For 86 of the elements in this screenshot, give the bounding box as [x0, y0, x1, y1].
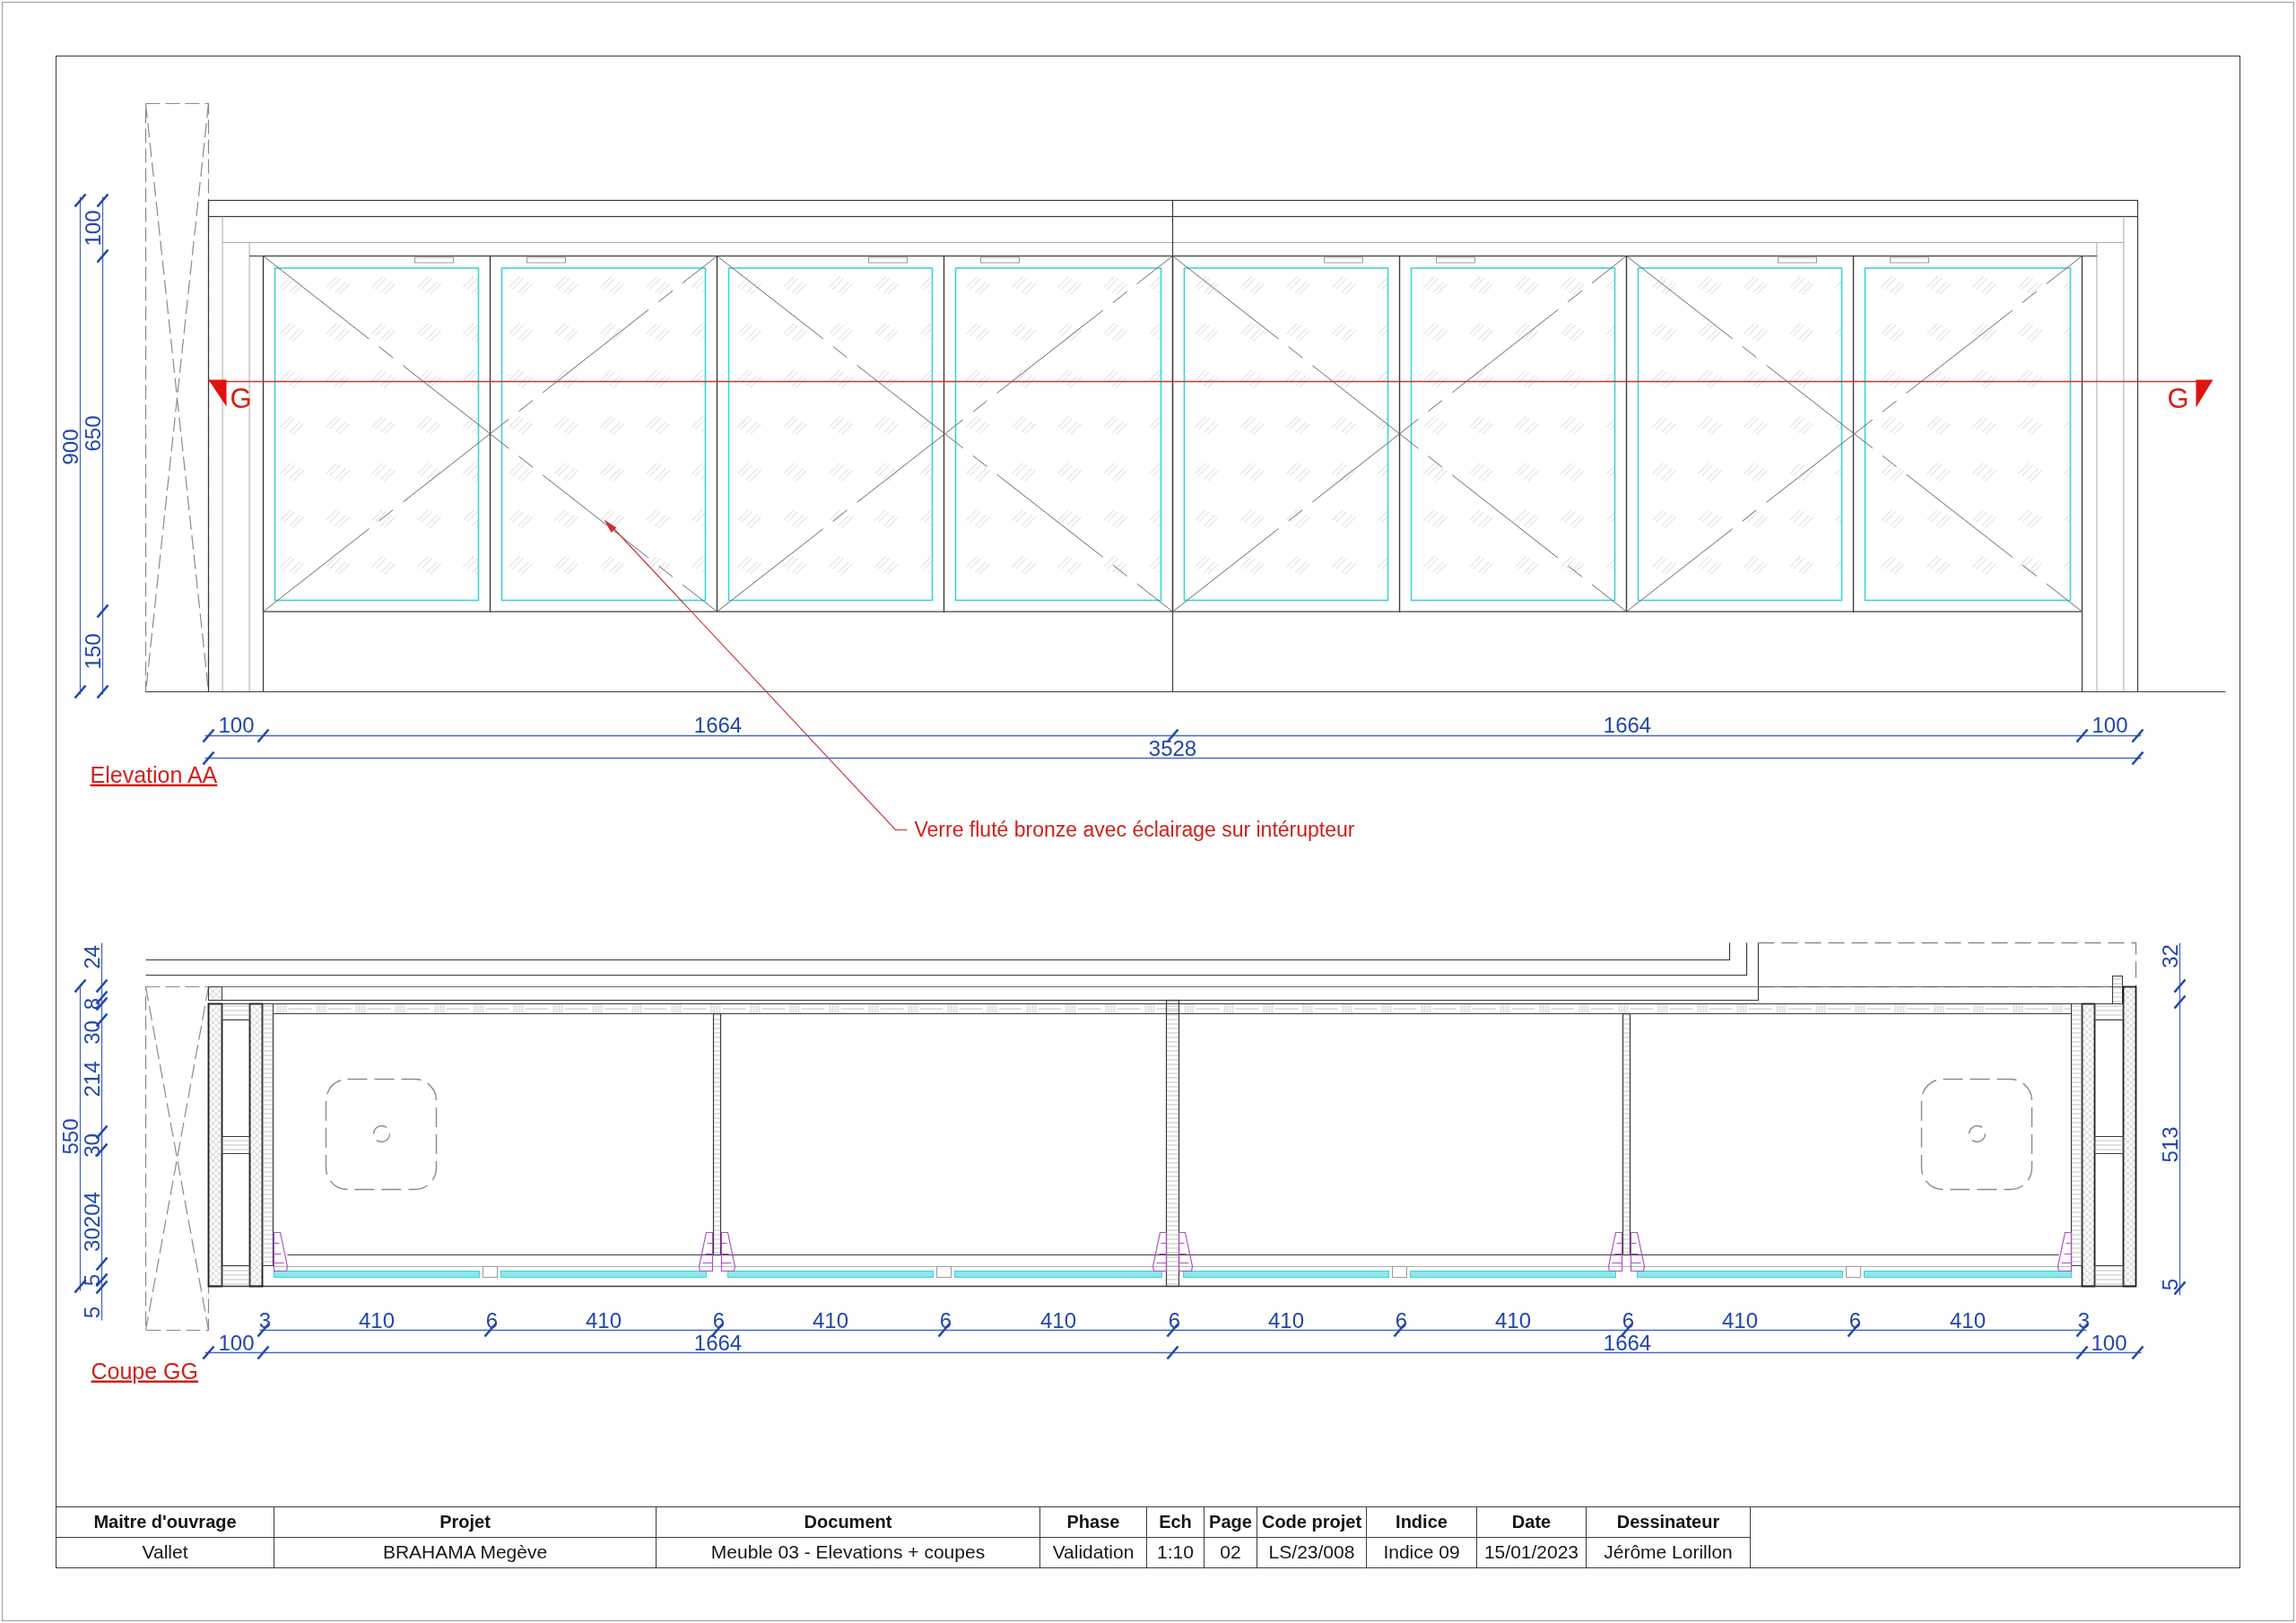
- door-handle: [526, 256, 566, 264]
- dimension-label: 8: [79, 997, 104, 1011]
- title-block-header: Indice: [1367, 1507, 1477, 1538]
- dimension-label: 3528: [1148, 735, 1197, 760]
- small-post: [2112, 976, 2123, 1004]
- dimension-label: 1664: [1603, 712, 1652, 737]
- hinge-icon: [1152, 1231, 1168, 1272]
- dimension-label: 100: [80, 210, 105, 247]
- title-block-header: Code projet: [1257, 1507, 1367, 1538]
- hinge-icon: [1178, 1231, 1194, 1272]
- dimension-label: 1664: [693, 1330, 743, 1355]
- dimension-label: 100: [218, 1330, 255, 1355]
- title-block-value: Jérôme Lorillon: [1587, 1537, 1751, 1567]
- joint-block: [483, 1266, 498, 1278]
- hinge-icon: [720, 1231, 736, 1272]
- joint-block: [936, 1266, 952, 1278]
- dimension-label: 1664: [1603, 1330, 1652, 1355]
- section-label: G: [2167, 382, 2189, 414]
- dimension-label: 410: [1040, 1307, 1076, 1332]
- dimension-label: 410: [813, 1307, 848, 1332]
- spacer-block: [2094, 1003, 2124, 1020]
- title-block-value: Validation: [1040, 1537, 1147, 1567]
- section-label: G: [230, 382, 252, 414]
- dimension-label: 214: [79, 1061, 104, 1098]
- door-handle: [1436, 256, 1475, 264]
- spacer-block: [2094, 1136, 2124, 1154]
- door-handle: [1778, 256, 1817, 264]
- section-marker-icon: [208, 379, 227, 407]
- view-title: Coupe GG: [91, 1358, 198, 1384]
- dimension-label: 1664: [693, 712, 743, 737]
- title-block-header: Ech: [1147, 1507, 1205, 1538]
- hinge-icon: [698, 1231, 714, 1272]
- title-block-header: Phase: [1040, 1507, 1147, 1538]
- joint-block: [1846, 1266, 1861, 1278]
- dimension-label: 410: [586, 1307, 622, 1332]
- title-block-header: Dessinateur: [1587, 1507, 1751, 1538]
- title-block-header: Maitre d'ouvrage: [57, 1507, 274, 1538]
- spacer-block: [222, 1003, 250, 1020]
- dimension-label: 100: [218, 712, 255, 737]
- dimension-label: 30: [79, 1020, 104, 1045]
- spacer-block: [222, 1265, 250, 1287]
- dimension-label: 410: [1950, 1307, 1986, 1332]
- title-block-value: Indice 09: [1367, 1537, 1477, 1567]
- dimension-label: 100: [2092, 712, 2128, 737]
- door-handle: [980, 256, 1020, 264]
- dimension-label: 5: [2157, 1278, 2182, 1291]
- door-handle: [1890, 256, 1929, 264]
- dimension-label: 30204: [79, 1192, 104, 1252]
- title-block-header: Date: [1477, 1507, 1587, 1538]
- title-block-value: Meuble 03 - Elevations + coupes: [657, 1537, 1040, 1567]
- title-block-value: LS/23/008: [1257, 1537, 1367, 1567]
- title-block-value: Vallet: [57, 1537, 274, 1567]
- hinge-icon: [273, 1231, 289, 1272]
- hinge-icon: [1630, 1231, 1646, 1272]
- dimension-label: 410: [1268, 1307, 1304, 1332]
- title-block-header: Projet: [274, 1507, 657, 1538]
- view-title: Elevation AA: [90, 761, 218, 787]
- spacer-block: [2094, 1265, 2124, 1287]
- dimension-label: 32: [2157, 944, 2182, 968]
- section-marker-icon: [2196, 379, 2213, 408]
- title-block-value: BRAHAMA Megève: [274, 1537, 657, 1567]
- dimension-label: 410: [1722, 1307, 1758, 1332]
- dimension-label: 150: [80, 633, 105, 670]
- dimension-label: 410: [359, 1307, 395, 1332]
- joint-block: [1392, 1266, 1407, 1278]
- spacer-block: [222, 1136, 250, 1154]
- door-handle: [414, 256, 454, 264]
- edge-block: [208, 986, 222, 1001]
- title-block-header: Document: [657, 1507, 1040, 1538]
- dimension-label: 5: [79, 1306, 104, 1319]
- dimension-label: 900: [57, 429, 83, 465]
- title-block-value: 15/01/2023: [1477, 1537, 1587, 1567]
- title-block-header: Page: [1205, 1507, 1257, 1538]
- dimension-label: 650: [80, 415, 105, 452]
- dimension-label: 100: [2091, 1330, 2127, 1355]
- title-block-value: 1:10: [1147, 1537, 1205, 1567]
- door-handle: [868, 256, 908, 264]
- hinge-icon: [1607, 1231, 1623, 1272]
- hinge-icon: [2057, 1231, 2073, 1272]
- dimension-label: 410: [1495, 1307, 1531, 1332]
- dimension-label: 513: [2157, 1126, 2182, 1163]
- annotation-text: Verre fluté bronze avec éclairage sur intérupteur: [914, 817, 1355, 841]
- dimension-label: 550: [57, 1118, 83, 1155]
- dimension-label: 24: [79, 945, 104, 969]
- title-block-value: 02: [1205, 1537, 1257, 1567]
- door-handle: [1324, 256, 1363, 264]
